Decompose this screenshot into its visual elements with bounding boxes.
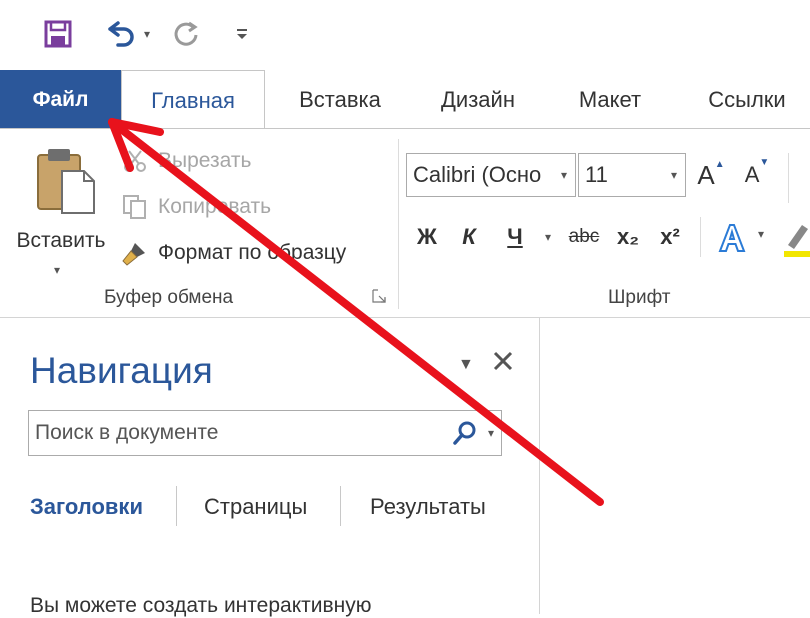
font-size-select[interactable]: 11 ▾	[578, 153, 686, 197]
group-separator	[398, 139, 399, 309]
font-name-select[interactable]: Calibri (Осно ▾	[406, 153, 576, 197]
pane-options-icon[interactable]: ▼	[458, 356, 474, 374]
underline-dropdown-icon[interactable]: ▾	[538, 215, 558, 259]
tab-separator	[176, 486, 177, 526]
scissors-icon	[120, 146, 150, 176]
copy-label: Копировать	[158, 195, 272, 218]
group-separator	[788, 153, 789, 203]
tab-design[interactable]: Дизайн	[420, 70, 536, 129]
nav-tab-headings[interactable]: Заголовки	[30, 494, 143, 520]
cut-label: Вырезать	[158, 149, 252, 172]
navigation-pane: Навигация ▼ Поиск в документе ▾ Заголовк…	[0, 318, 540, 617]
format-painter-label: Формат по образцу	[158, 241, 347, 264]
clipboard-group-label: Буфер обмена	[104, 287, 234, 308]
ribbon-tabs: Файл Главная Вставка Дизайн Макет Ссылки	[0, 70, 810, 130]
underline-button[interactable]: Ч	[500, 215, 530, 259]
nav-tab-pages[interactable]: Страницы	[204, 494, 307, 520]
tab-home[interactable]: Главная	[121, 70, 265, 130]
shrink-font-button[interactable]: A ▼	[740, 153, 774, 197]
group-separator	[700, 217, 701, 257]
search-placeholder: Поиск в документе	[35, 421, 219, 444]
customize-qat-icon[interactable]	[230, 14, 254, 54]
save-icon[interactable]	[38, 14, 78, 54]
superscript-button[interactable]: x²	[654, 215, 686, 259]
chevron-down-icon: ▾	[54, 263, 61, 277]
font-name-value: Calibri (Осно	[413, 162, 542, 187]
ribbon-home: Вставить ▾ Вырезать Копировать Формат по…	[0, 128, 810, 318]
dialog-launcher-icon[interactable]	[372, 289, 386, 303]
chevron-down-icon: ▾	[560, 168, 568, 182]
search-input[interactable]: Поиск в документе ▾	[28, 410, 502, 456]
bold-button[interactable]: Ж	[410, 215, 444, 259]
tab-insert[interactable]: Вставка	[278, 70, 402, 129]
undo-dropdown-icon[interactable]: ▾	[140, 14, 154, 54]
nav-tab-results[interactable]: Результаты	[370, 494, 486, 520]
italic-button[interactable]: К	[454, 215, 484, 259]
font-size-value: 11	[585, 162, 608, 187]
chevron-down-icon[interactable]: ▾	[481, 426, 501, 440]
font-group-label: Шрифт	[608, 287, 671, 308]
paste-label: Вставить	[16, 229, 106, 252]
tab-layout[interactable]: Макет	[560, 70, 660, 129]
text-effects-icon[interactable]	[714, 221, 754, 255]
close-icon[interactable]	[490, 348, 516, 379]
cut-button[interactable]: Вырезать	[120, 143, 251, 179]
tab-references[interactable]: Ссылки	[688, 70, 806, 129]
format-painter-button[interactable]: Формат по образцу	[120, 235, 346, 271]
nav-info-text: Вы можете создать интерактивную	[30, 594, 372, 617]
grow-font-button[interactable]: A ▲	[694, 153, 728, 197]
paste-button[interactable]: Вставить ▾	[8, 143, 114, 277]
nav-title: Навигация	[30, 350, 213, 391]
grow-font-icon: A	[697, 159, 715, 190]
chevron-down-icon: ▾	[670, 168, 678, 182]
chevron-down-icon[interactable]: ▾	[758, 227, 764, 241]
strikethrough-button[interactable]: abc	[564, 215, 604, 259]
redo-icon[interactable]	[168, 14, 204, 54]
tab-file[interactable]: Файл	[0, 70, 121, 129]
copy-button[interactable]: Копировать	[120, 189, 271, 225]
subscript-button[interactable]: x₂	[612, 215, 644, 259]
highlighter-icon[interactable]	[782, 219, 810, 259]
quick-access-toolbar: ▾	[0, 0, 810, 70]
clipboard-icon	[36, 147, 96, 220]
shrink-font-icon: A	[744, 162, 760, 187]
search-icon[interactable]	[449, 420, 481, 446]
tab-separator	[340, 486, 341, 526]
undo-icon[interactable]	[100, 14, 140, 54]
paintbrush-icon	[120, 238, 150, 268]
copy-icon	[120, 192, 150, 222]
